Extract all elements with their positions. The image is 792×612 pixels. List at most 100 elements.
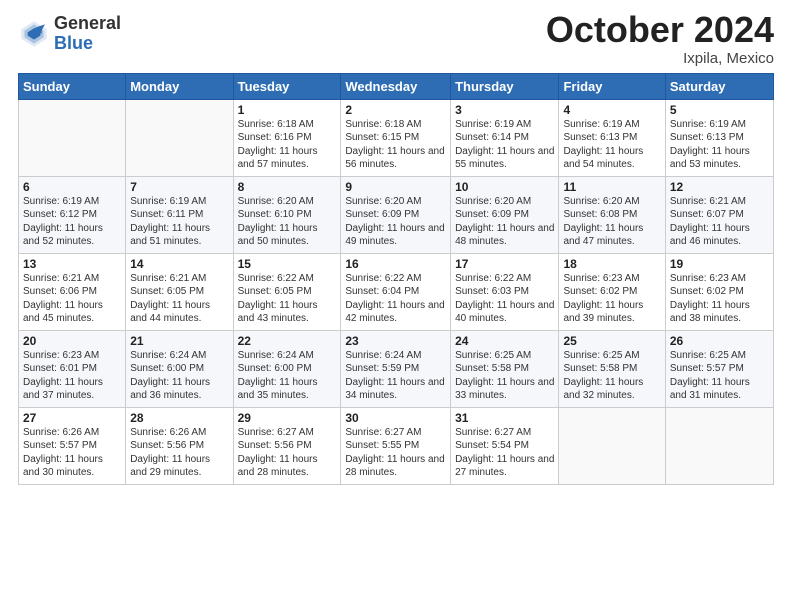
cell-info: Sunrise: 6:20 AM Sunset: 6:09 PM Dayligh…	[345, 195, 446, 249]
calendar-cell: 6Sunrise: 6:19 AM Sunset: 6:12 PM Daylig…	[19, 176, 126, 253]
location: Ixpila, Mexico	[546, 50, 774, 67]
day-number: 25	[563, 334, 660, 348]
cell-info: Sunrise: 6:18 AM Sunset: 6:15 PM Dayligh…	[345, 118, 446, 172]
calendar-cell: 5Sunrise: 6:19 AM Sunset: 6:13 PM Daylig…	[665, 99, 773, 176]
days-header-row: SundayMondayTuesdayWednesdayThursdayFrid…	[19, 73, 774, 99]
cell-info: Sunrise: 6:26 AM Sunset: 5:56 PM Dayligh…	[130, 426, 228, 480]
day-header-wednesday: Wednesday	[341, 73, 451, 99]
calendar-table: SundayMondayTuesdayWednesdayThursdayFrid…	[18, 73, 774, 485]
day-number: 7	[130, 180, 228, 194]
calendar-cell: 3Sunrise: 6:19 AM Sunset: 6:14 PM Daylig…	[451, 99, 559, 176]
day-number: 30	[345, 411, 446, 425]
cell-info: Sunrise: 6:20 AM Sunset: 6:08 PM Dayligh…	[563, 195, 660, 249]
day-number: 19	[670, 257, 769, 271]
day-number: 26	[670, 334, 769, 348]
cell-info: Sunrise: 6:19 AM Sunset: 6:12 PM Dayligh…	[23, 195, 121, 249]
cell-info: Sunrise: 6:19 AM Sunset: 6:11 PM Dayligh…	[130, 195, 228, 249]
calendar-cell: 13Sunrise: 6:21 AM Sunset: 6:06 PM Dayli…	[19, 253, 126, 330]
day-number: 8	[238, 180, 337, 194]
day-number: 10	[455, 180, 554, 194]
logo: General Blue	[18, 14, 121, 54]
calendar-cell: 25Sunrise: 6:25 AM Sunset: 5:58 PM Dayli…	[559, 330, 665, 407]
week-row-5: 27Sunrise: 6:26 AM Sunset: 5:57 PM Dayli…	[19, 407, 774, 484]
day-number: 23	[345, 334, 446, 348]
week-row-2: 6Sunrise: 6:19 AM Sunset: 6:12 PM Daylig…	[19, 176, 774, 253]
calendar-cell	[559, 407, 665, 484]
day-number: 22	[238, 334, 337, 348]
day-number: 27	[23, 411, 121, 425]
calendar-cell	[665, 407, 773, 484]
calendar-cell: 16Sunrise: 6:22 AM Sunset: 6:04 PM Dayli…	[341, 253, 451, 330]
cell-info: Sunrise: 6:24 AM Sunset: 6:00 PM Dayligh…	[238, 349, 337, 403]
logo-blue: Blue	[54, 34, 121, 54]
cell-info: Sunrise: 6:22 AM Sunset: 6:03 PM Dayligh…	[455, 272, 554, 326]
cell-info: Sunrise: 6:23 AM Sunset: 6:01 PM Dayligh…	[23, 349, 121, 403]
day-number: 5	[670, 103, 769, 117]
calendar-cell: 22Sunrise: 6:24 AM Sunset: 6:00 PM Dayli…	[233, 330, 341, 407]
cell-info: Sunrise: 6:21 AM Sunset: 6:05 PM Dayligh…	[130, 272, 228, 326]
calendar-cell: 30Sunrise: 6:27 AM Sunset: 5:55 PM Dayli…	[341, 407, 451, 484]
day-number: 14	[130, 257, 228, 271]
day-header-sunday: Sunday	[19, 73, 126, 99]
cell-info: Sunrise: 6:27 AM Sunset: 5:55 PM Dayligh…	[345, 426, 446, 480]
logo-text: General Blue	[54, 14, 121, 54]
header: General Blue October 2024 Ixpila, Mexico	[18, 10, 774, 67]
cell-info: Sunrise: 6:22 AM Sunset: 6:05 PM Dayligh…	[238, 272, 337, 326]
cell-info: Sunrise: 6:21 AM Sunset: 6:06 PM Dayligh…	[23, 272, 121, 326]
week-row-3: 13Sunrise: 6:21 AM Sunset: 6:06 PM Dayli…	[19, 253, 774, 330]
cell-info: Sunrise: 6:24 AM Sunset: 5:59 PM Dayligh…	[345, 349, 446, 403]
calendar-cell: 15Sunrise: 6:22 AM Sunset: 6:05 PM Dayli…	[233, 253, 341, 330]
day-header-thursday: Thursday	[451, 73, 559, 99]
day-header-friday: Friday	[559, 73, 665, 99]
calendar-cell: 10Sunrise: 6:20 AM Sunset: 6:09 PM Dayli…	[451, 176, 559, 253]
calendar-cell: 17Sunrise: 6:22 AM Sunset: 6:03 PM Dayli…	[451, 253, 559, 330]
cell-info: Sunrise: 6:26 AM Sunset: 5:57 PM Dayligh…	[23, 426, 121, 480]
calendar-cell: 2Sunrise: 6:18 AM Sunset: 6:15 PM Daylig…	[341, 99, 451, 176]
day-header-tuesday: Tuesday	[233, 73, 341, 99]
cell-info: Sunrise: 6:24 AM Sunset: 6:00 PM Dayligh…	[130, 349, 228, 403]
calendar-cell: 11Sunrise: 6:20 AM Sunset: 6:08 PM Dayli…	[559, 176, 665, 253]
cell-info: Sunrise: 6:18 AM Sunset: 6:16 PM Dayligh…	[238, 118, 337, 172]
page: General Blue October 2024 Ixpila, Mexico…	[0, 0, 792, 612]
day-number: 13	[23, 257, 121, 271]
cell-info: Sunrise: 6:23 AM Sunset: 6:02 PM Dayligh…	[563, 272, 660, 326]
day-number: 20	[23, 334, 121, 348]
day-number: 12	[670, 180, 769, 194]
day-header-monday: Monday	[126, 73, 233, 99]
cell-info: Sunrise: 6:23 AM Sunset: 6:02 PM Dayligh…	[670, 272, 769, 326]
calendar-cell: 14Sunrise: 6:21 AM Sunset: 6:05 PM Dayli…	[126, 253, 233, 330]
day-number: 28	[130, 411, 228, 425]
day-number: 11	[563, 180, 660, 194]
logo-general: General	[54, 14, 121, 34]
calendar-cell	[19, 99, 126, 176]
month-title: October 2024	[546, 10, 774, 50]
day-number: 29	[238, 411, 337, 425]
week-row-1: 1Sunrise: 6:18 AM Sunset: 6:16 PM Daylig…	[19, 99, 774, 176]
calendar-cell: 4Sunrise: 6:19 AM Sunset: 6:13 PM Daylig…	[559, 99, 665, 176]
calendar-cell: 24Sunrise: 6:25 AM Sunset: 5:58 PM Dayli…	[451, 330, 559, 407]
calendar-cell: 1Sunrise: 6:18 AM Sunset: 6:16 PM Daylig…	[233, 99, 341, 176]
cell-info: Sunrise: 6:27 AM Sunset: 5:54 PM Dayligh…	[455, 426, 554, 480]
cell-info: Sunrise: 6:25 AM Sunset: 5:58 PM Dayligh…	[563, 349, 660, 403]
day-number: 21	[130, 334, 228, 348]
cell-info: Sunrise: 6:19 AM Sunset: 6:14 PM Dayligh…	[455, 118, 554, 172]
cell-info: Sunrise: 6:21 AM Sunset: 6:07 PM Dayligh…	[670, 195, 769, 249]
cell-info: Sunrise: 6:19 AM Sunset: 6:13 PM Dayligh…	[670, 118, 769, 172]
title-block: October 2024 Ixpila, Mexico	[546, 10, 774, 67]
logo-icon	[18, 18, 50, 50]
cell-info: Sunrise: 6:20 AM Sunset: 6:09 PM Dayligh…	[455, 195, 554, 249]
day-number: 24	[455, 334, 554, 348]
day-number: 9	[345, 180, 446, 194]
calendar-cell: 27Sunrise: 6:26 AM Sunset: 5:57 PM Dayli…	[19, 407, 126, 484]
calendar-cell: 8Sunrise: 6:20 AM Sunset: 6:10 PM Daylig…	[233, 176, 341, 253]
day-number: 4	[563, 103, 660, 117]
day-number: 2	[345, 103, 446, 117]
cell-info: Sunrise: 6:19 AM Sunset: 6:13 PM Dayligh…	[563, 118, 660, 172]
day-number: 17	[455, 257, 554, 271]
calendar-cell	[126, 99, 233, 176]
calendar-cell: 31Sunrise: 6:27 AM Sunset: 5:54 PM Dayli…	[451, 407, 559, 484]
day-number: 31	[455, 411, 554, 425]
calendar-cell: 18Sunrise: 6:23 AM Sunset: 6:02 PM Dayli…	[559, 253, 665, 330]
cell-info: Sunrise: 6:25 AM Sunset: 5:58 PM Dayligh…	[455, 349, 554, 403]
calendar-cell: 7Sunrise: 6:19 AM Sunset: 6:11 PM Daylig…	[126, 176, 233, 253]
